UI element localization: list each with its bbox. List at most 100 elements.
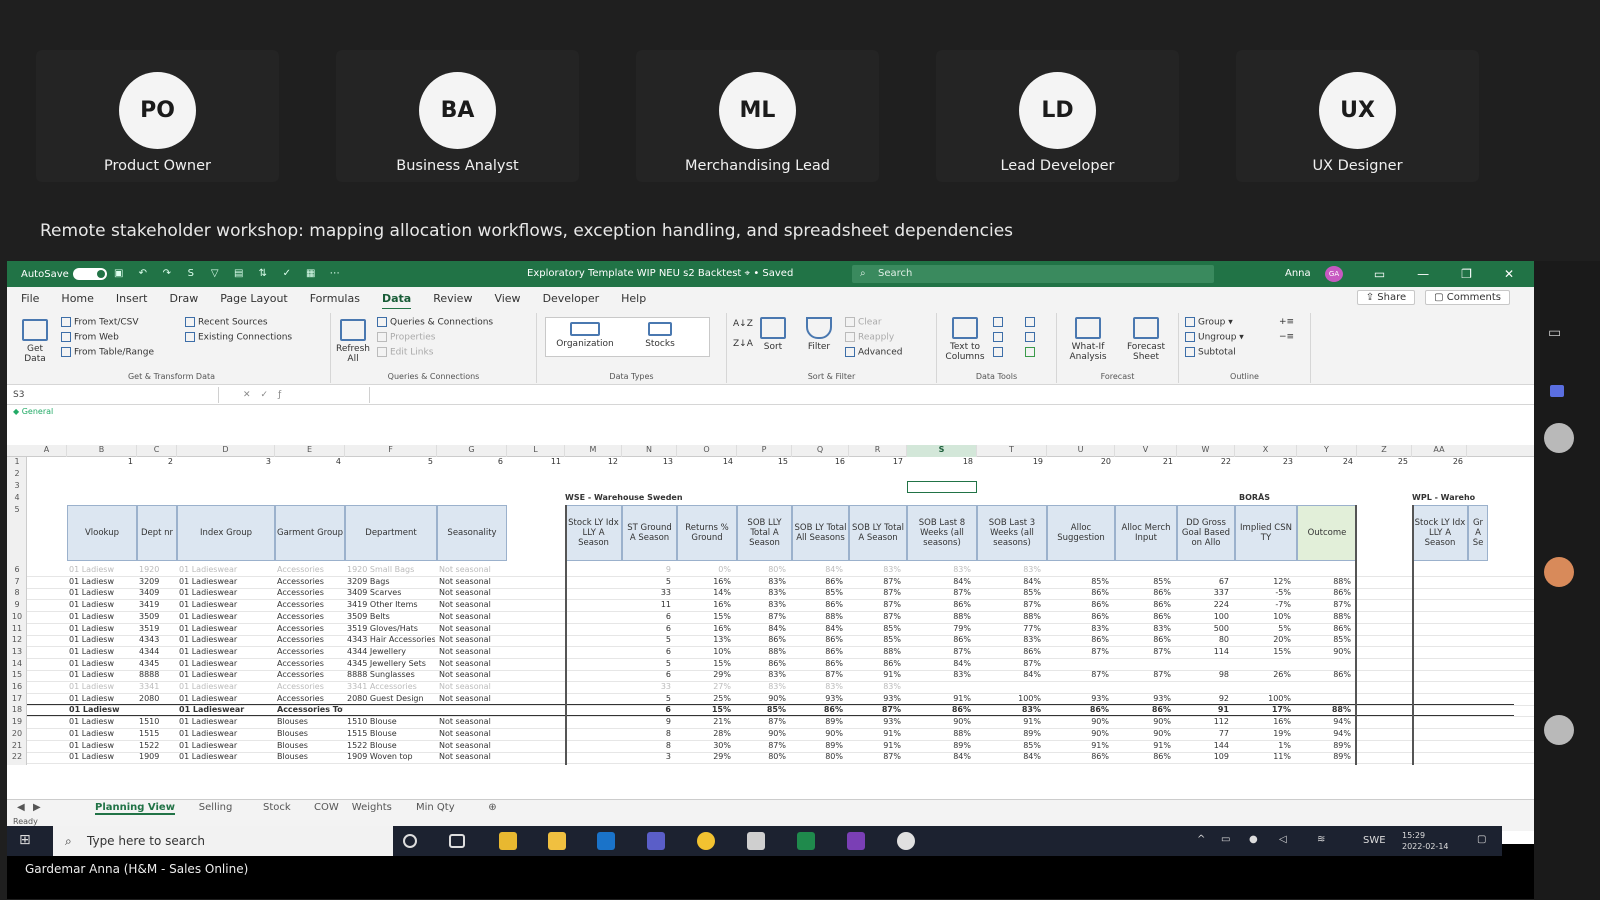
group-button[interactable]: Group ▾ — [1185, 317, 1233, 328]
table-cell[interactable]: 4345 — [139, 659, 175, 668]
table-cell[interactable]: 4344 — [139, 647, 175, 656]
table-cell[interactable]: 6 — [622, 612, 671, 621]
column-header[interactable]: L — [507, 445, 565, 457]
table-cell[interactable]: 86% — [737, 659, 786, 668]
table-cell[interactable]: 01 Ladiesw — [69, 741, 135, 750]
table-cell[interactable]: 5 — [622, 694, 671, 703]
restore-icon[interactable]: ❐ — [1461, 267, 1472, 281]
strikethrough-icon[interactable]: S — [185, 268, 197, 280]
table-cell[interactable]: 83% — [1047, 624, 1109, 633]
table-cell[interactable]: -7% — [1235, 600, 1291, 609]
table-cell[interactable]: Not seasonal — [439, 588, 505, 597]
table-cell[interactable]: 86% — [1297, 588, 1351, 597]
table-cell[interactable]: 86% — [1047, 635, 1109, 644]
table-cell[interactable]: 86% — [1115, 612, 1171, 621]
column-number[interactable]: 11 — [507, 457, 561, 466]
tray-chevron-icon[interactable]: ^ — [1197, 834, 1205, 845]
table-cell[interactable]: 15% — [677, 705, 731, 714]
table-cell[interactable]: 5% — [1235, 624, 1291, 633]
table-cell[interactable]: 1909 Woven top — [347, 752, 435, 761]
table-cell[interactable]: Not seasonal — [439, 682, 505, 691]
row-header[interactable]: 17 — [7, 694, 27, 703]
table-cell[interactable]: 90% — [1115, 729, 1171, 738]
table-cell[interactable]: Not seasonal — [439, 600, 505, 609]
table-cell[interactable]: 90% — [1115, 717, 1171, 726]
column-number[interactable]: 15 — [737, 457, 788, 466]
table-cell[interactable]: 144 — [1177, 741, 1229, 750]
table-cell[interactable]: 85% — [977, 741, 1041, 750]
clear-button[interactable]: Clear — [845, 317, 882, 328]
tab-help[interactable]: Help — [621, 292, 646, 305]
ribbon-display-icon[interactable]: ▭ — [1374, 267, 1385, 281]
table-cell[interactable]: 11 — [622, 600, 671, 609]
table-cell[interactable]: 90% — [1297, 647, 1351, 656]
participant-tile[interactable]: LD Lead Developer — [936, 50, 1179, 182]
table-cell[interactable]: 87% — [849, 588, 901, 597]
table-cell[interactable]: 86% — [1115, 588, 1171, 597]
column-title[interactable]: DD Gross Goal Based on Allo — [1177, 505, 1235, 561]
column-title[interactable]: Seasonality — [437, 505, 507, 561]
table-cell[interactable]: 89% — [792, 717, 843, 726]
properties-button[interactable]: Properties — [377, 332, 435, 343]
table-cell[interactable]: Blouses — [277, 741, 343, 750]
table-cell[interactable]: 1920 Small Bags — [347, 565, 435, 574]
column-number[interactable]: 20 — [1047, 457, 1111, 466]
table-cell[interactable]: 86% — [1297, 670, 1351, 679]
sheet-tab[interactable]: COW — [314, 802, 339, 813]
table-cell[interactable]: 80 — [1177, 635, 1229, 644]
table-cell[interactable]: 01 Ladieswear — [179, 565, 273, 574]
table-cell[interactable]: 10% — [677, 647, 731, 656]
column-header[interactable]: R — [849, 445, 907, 457]
table-cell[interactable]: 93% — [849, 694, 901, 703]
table-cell[interactable]: 01 Ladieswear — [179, 647, 273, 656]
tab-formulas[interactable]: Formulas — [310, 292, 360, 305]
table-cell[interactable]: 01 Ladieswear — [179, 577, 273, 586]
excel-search[interactable]: ⌕ Search — [852, 265, 1214, 283]
column-header[interactable]: C — [137, 445, 177, 457]
table-cell[interactable]: 87% — [1047, 670, 1109, 679]
table-cell[interactable]: 2080 Guest Design — [347, 694, 435, 703]
row-header[interactable]: 12 — [7, 635, 27, 644]
table-cell[interactable]: 01 Ladieswear — [179, 600, 273, 609]
table-cell[interactable]: 88% — [1297, 705, 1351, 714]
sheet-tab[interactable]: Weights — [352, 802, 392, 813]
table-cell[interactable]: 100 — [1177, 612, 1229, 621]
table-cell[interactable]: 19% — [1235, 729, 1291, 738]
column-number[interactable]: 3 — [177, 457, 271, 466]
table-cell[interactable]: 86% — [849, 659, 901, 668]
row-header[interactable]: 22 — [7, 752, 27, 761]
column-header[interactable]: S — [907, 445, 977, 457]
table-cell[interactable]: Accessories — [277, 624, 343, 633]
column-number[interactable]: 24 — [1297, 457, 1353, 466]
column-number[interactable]: 13 — [622, 457, 673, 466]
table-cell[interactable]: 89% — [792, 741, 843, 750]
table-cell[interactable]: 87% — [849, 752, 901, 761]
chat-icon[interactable] — [1550, 385, 1564, 397]
table-cell[interactable]: 86% — [1115, 705, 1171, 714]
sheet-tab[interactable]: Stock — [263, 802, 291, 813]
get-data-button[interactable]: Get Data — [17, 319, 53, 364]
table-cell[interactable]: 86% — [1297, 624, 1351, 633]
table-cell[interactable]: Accessories — [277, 577, 343, 586]
column-header[interactable]: X — [1235, 445, 1297, 457]
section-title[interactable]: WPL - Wareho — [1412, 493, 1492, 502]
table-cell[interactable]: Accessories — [277, 612, 343, 621]
column-title[interactable]: Dept nr — [137, 505, 177, 561]
table-cell[interactable]: 9 — [622, 565, 671, 574]
table-cell[interactable]: 87% — [849, 600, 901, 609]
power-bi-icon[interactable] — [499, 832, 517, 850]
table-cell[interactable]: 89% — [977, 729, 1041, 738]
table-cell[interactable]: 85% — [1297, 635, 1351, 644]
table-cell[interactable]: 6 — [622, 670, 671, 679]
table-cell[interactable]: 29% — [677, 752, 731, 761]
table-cell[interactable]: 01 Ladieswear — [179, 612, 273, 621]
table-cell[interactable]: Not seasonal — [439, 659, 505, 668]
table-cell[interactable]: 01 Ladiesw — [69, 659, 135, 668]
table-cell[interactable]: 01 Ladiesw — [69, 612, 135, 621]
column-title[interactable]: Returns % Ground — [677, 505, 737, 561]
sort-az-button[interactable]: A↓Z — [733, 319, 753, 329]
table-cell[interactable]: 01 Ladiesw — [69, 565, 135, 574]
participant-tile[interactable]: UX UX Designer — [1236, 50, 1479, 182]
table-cell[interactable]: 98 — [1177, 670, 1229, 679]
table-cell[interactable]: 86% — [907, 635, 971, 644]
